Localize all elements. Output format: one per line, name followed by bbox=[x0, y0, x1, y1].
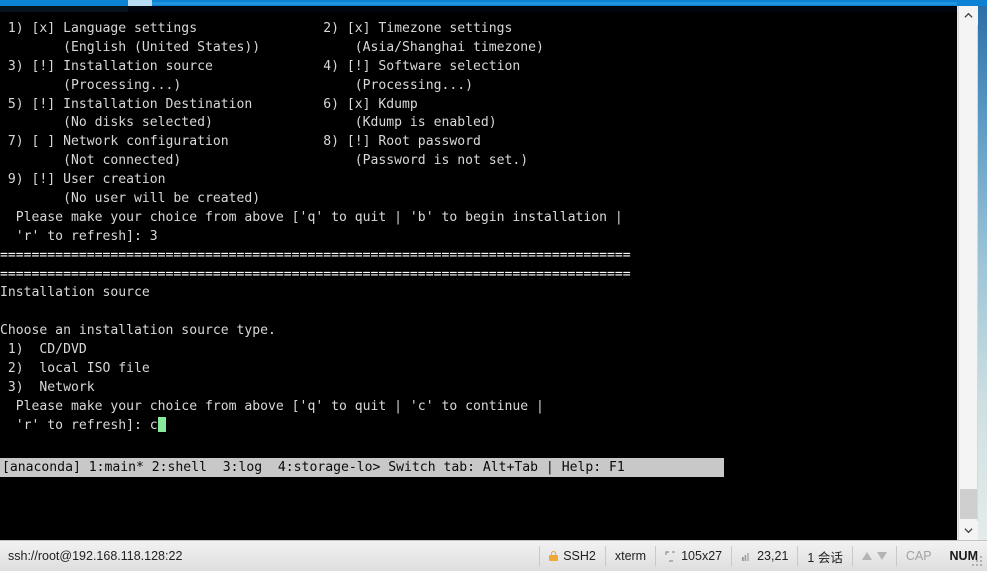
cursor-position-label: 23,21 bbox=[757, 549, 789, 563]
terminal-line: 3) [!] Installation source 4) [!] Softwa… bbox=[0, 58, 521, 74]
terminal-line: 3) Network bbox=[0, 379, 95, 395]
scrollbar-up-button[interactable] bbox=[959, 6, 978, 25]
terminal-line: 'r' to refresh]: c bbox=[0, 416, 957, 436]
terminal-line: Please make your choice from above ['q' … bbox=[0, 209, 623, 225]
xshell-window: 1) [x] Language settings 2) [x] Timezone… bbox=[0, 0, 987, 571]
terminal-line: 7) [ ] Network configuration 8) [!] Root… bbox=[0, 134, 481, 150]
terminal-scrollbar[interactable] bbox=[958, 6, 978, 540]
scrollbar-down-button[interactable] bbox=[959, 521, 978, 540]
terminal-line: (English (United States)) (Asia/Shanghai… bbox=[0, 39, 544, 55]
emulation-cell[interactable]: xterm bbox=[606, 541, 655, 571]
terminal-cursor bbox=[157, 416, 166, 432]
arrow-down-icon bbox=[876, 552, 887, 560]
sessions-label: 1 会话 bbox=[807, 550, 843, 565]
terminal-screen[interactable]: 1) [x] Language settings 2) [x] Timezone… bbox=[0, 12, 957, 540]
terminal-line: 'r' to refresh]: 3 bbox=[0, 228, 158, 244]
terminal-line: ========================================… bbox=[0, 247, 631, 263]
chevron-up-icon bbox=[964, 12, 973, 18]
connection-url: ssh://root@192.168.118.128:22 bbox=[8, 549, 183, 563]
caps-lock-cell: CAP bbox=[897, 541, 941, 571]
terminal-text: 1) [x] Language settings 2) [x] Timezone… bbox=[0, 20, 957, 436]
title-strip-secondary bbox=[152, 2, 957, 5]
terminal-line: (No user will be created) bbox=[0, 191, 261, 207]
terminal-size-cell[interactable]: 105x27 bbox=[656, 541, 731, 571]
cursor-position-cell[interactable]: 23,21 bbox=[732, 541, 797, 571]
resize-grip-icon[interactable] bbox=[972, 556, 984, 568]
caps-lock-label: CAP bbox=[905, 549, 932, 563]
terminal-line: 1) CD/DVD bbox=[0, 342, 87, 358]
terminal-line: ========================================… bbox=[0, 266, 631, 282]
protocol-label: SSH2 bbox=[563, 549, 596, 563]
terminal-line: 1) [x] Language settings 2) [x] Timezone… bbox=[0, 21, 513, 36]
desktop-background-sliver bbox=[978, 6, 987, 540]
transfer-cell[interactable] bbox=[853, 541, 896, 571]
terminal-line: 5) [!] Installation Destination 6) [x] K… bbox=[0, 96, 418, 112]
arrow-up-icon bbox=[861, 552, 872, 560]
chevron-down-icon bbox=[964, 528, 973, 534]
anaconda-tab-bar: [anaconda] 1:main* 2:shell 3:log 4:stora… bbox=[0, 458, 724, 477]
sessions-cell[interactable]: 1 会话 bbox=[798, 541, 851, 571]
terminal-line: Please make your choice from above ['q' … bbox=[0, 398, 544, 414]
terminal-line: (Not connected) (Password is not set.) bbox=[0, 153, 529, 169]
terminal-line: (No disks selected) (Kdump is enabled) bbox=[0, 115, 497, 131]
terminal-size-icon bbox=[665, 550, 676, 562]
cursor-position-icon bbox=[742, 552, 749, 561]
status-bar: ssh://root@192.168.118.128:22 SSH2 xterm… bbox=[0, 540, 987, 571]
protocol-cell[interactable]: SSH2 bbox=[540, 541, 605, 571]
terminal-line: 9) [!] User creation bbox=[0, 172, 166, 188]
terminal-line: Installation source bbox=[0, 285, 150, 301]
terminal-line: Choose an installation source type. bbox=[0, 323, 276, 339]
terminal-line: (Processing...) (Processing...) bbox=[0, 77, 473, 93]
terminal-size-label: 105x27 bbox=[681, 549, 723, 563]
lock-icon bbox=[549, 551, 559, 561]
scrollbar-thumb[interactable] bbox=[960, 489, 977, 519]
emulation-label: xterm bbox=[614, 549, 647, 563]
terminal-line: 2) local ISO file bbox=[0, 361, 150, 377]
